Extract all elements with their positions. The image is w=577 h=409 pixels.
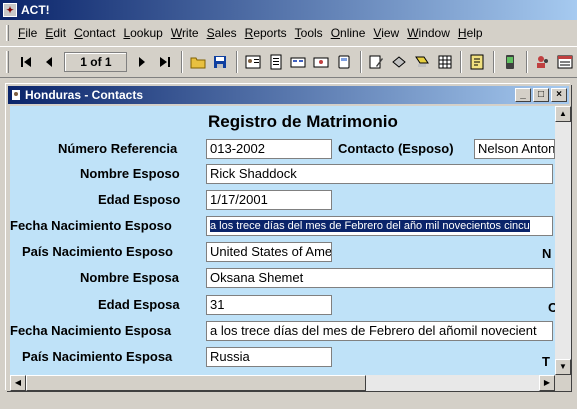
phone-icon[interactable] bbox=[333, 51, 355, 73]
maximize-button[interactable]: □ bbox=[533, 88, 549, 102]
vertical-scrollbar[interactable]: ▲ ▼ bbox=[555, 106, 571, 375]
next-record-icon[interactable] bbox=[131, 51, 153, 73]
menu-file[interactable]: File bbox=[14, 26, 41, 40]
schedule-icon[interactable] bbox=[388, 51, 410, 73]
toolbar-separator-4 bbox=[460, 51, 463, 73]
menu-bar: File Edit Contact Lookup Write Sales Rep… bbox=[0, 22, 577, 44]
edad-esposa-field[interactable]: 31 bbox=[206, 295, 332, 315]
users-icon[interactable] bbox=[532, 51, 554, 73]
toolbar: 1 of 1 bbox=[0, 46, 577, 78]
window-buttons: _ □ × bbox=[513, 88, 567, 102]
minimize-button[interactable]: _ bbox=[515, 88, 531, 102]
numero-referencia-field[interactable]: 013-2002 bbox=[206, 139, 332, 159]
layout-icon[interactable] bbox=[554, 51, 576, 73]
contacts-window-title: Honduras - Contacts bbox=[25, 88, 144, 102]
nombre-esposa-label: Nombre Esposa bbox=[80, 270, 179, 285]
window-doc-icon bbox=[12, 90, 20, 100]
scroll-left-arrow-icon[interactable]: ◀ bbox=[10, 375, 26, 391]
edad-esposa-label: Edad Esposa bbox=[98, 297, 180, 312]
app-title-bar: ✦ ACT! bbox=[0, 0, 577, 20]
menu-reports[interactable]: Reports bbox=[241, 26, 291, 40]
horizontal-scroll-thumb[interactable] bbox=[26, 375, 366, 391]
contacto-esposo-label: Contacto (Esposo) bbox=[338, 141, 454, 156]
clipped-label-c: C bbox=[548, 300, 555, 315]
write-letter-icon[interactable] bbox=[366, 51, 388, 73]
scroll-up-arrow-icon[interactable]: ▲ bbox=[555, 106, 571, 122]
first-record-icon[interactable] bbox=[15, 51, 37, 73]
menu-contact[interactable]: Contact bbox=[70, 26, 119, 40]
pais-nac-esposo-field[interactable]: United States of Ame bbox=[206, 242, 332, 262]
menu-view[interactable]: View bbox=[369, 26, 403, 40]
app-title: ACT! bbox=[21, 3, 50, 17]
pais-nac-esposo-label: País Nacimiento Esposo bbox=[22, 244, 173, 259]
fecha-nac-esposo-selected-text: a los trece días del mes de Febrero del … bbox=[210, 220, 530, 232]
contact-card-icon[interactable] bbox=[242, 51, 264, 73]
nombre-esposo-field[interactable]: Rick Shaddock bbox=[206, 164, 553, 184]
task-list-icon[interactable] bbox=[310, 51, 332, 73]
menu-window[interactable]: Window bbox=[403, 26, 454, 40]
menu-sales[interactable]: Sales bbox=[203, 26, 241, 40]
horizontal-scrollbar[interactable]: ◀ ▶ bbox=[10, 375, 555, 391]
contacto-esposo-field[interactable]: Nelson Anton bbox=[474, 139, 555, 159]
notes-icon[interactable] bbox=[466, 51, 488, 73]
toolbar-separator-2 bbox=[236, 51, 239, 73]
scroll-down-arrow-icon[interactable]: ▼ bbox=[555, 359, 571, 375]
scroll-right-arrow-icon[interactable]: ▶ bbox=[539, 375, 555, 391]
toolbar-grip[interactable] bbox=[6, 51, 9, 73]
menu-help[interactable]: Help bbox=[454, 26, 487, 40]
lookup-icon[interactable] bbox=[411, 51, 433, 73]
toolbar-separator-6 bbox=[525, 51, 528, 73]
menu-tools[interactable]: Tools bbox=[291, 26, 327, 40]
menu-edit[interactable]: Edit bbox=[41, 26, 70, 40]
fecha-nac-esposo-field[interactable]: a los trece días del mes de Febrero del … bbox=[206, 216, 553, 236]
groups-icon[interactable] bbox=[288, 51, 310, 73]
calendar-grid-icon[interactable] bbox=[434, 51, 456, 73]
last-record-icon[interactable] bbox=[154, 51, 176, 73]
fecha-nac-esposa-field[interactable]: a los trece días del mes de Febrero del … bbox=[206, 321, 553, 341]
contacts-window-title-bar[interactable]: Honduras - Contacts _ □ × bbox=[8, 86, 569, 104]
open-folder-icon[interactable] bbox=[187, 51, 209, 73]
numero-referencia-label: Número Referencia bbox=[58, 141, 178, 156]
menu-online[interactable]: Online bbox=[327, 26, 370, 40]
fecha-nac-esposa-label: Fecha Nacimiento Esposa bbox=[10, 323, 172, 338]
previous-record-icon[interactable] bbox=[38, 51, 60, 73]
clipped-label-t: T bbox=[542, 354, 550, 369]
palm-sync-icon[interactable] bbox=[499, 51, 521, 73]
menu-lookup[interactable]: Lookup bbox=[119, 26, 166, 40]
record-counter: 1 of 1 bbox=[64, 52, 128, 72]
edad-esposo-label: Edad Esposo bbox=[98, 192, 181, 207]
pais-nac-esposa-label: País Nacimiento Esposa bbox=[22, 349, 173, 364]
fecha-nac-esposo-label: Fecha Nacimiento Esposo bbox=[10, 218, 172, 233]
toolbar-separator-3 bbox=[359, 51, 362, 73]
nombre-esposo-label: Nombre Esposo bbox=[80, 166, 180, 181]
marriage-record-form: Registro de Matrimonio Número Referencia… bbox=[10, 106, 555, 375]
nombre-esposa-field[interactable]: Oksana Shemet bbox=[206, 268, 553, 288]
toolbar-separator bbox=[180, 51, 183, 73]
close-button[interactable]: × bbox=[551, 88, 567, 102]
clipped-label-n: N bbox=[542, 246, 552, 261]
pais-nac-esposa-field[interactable]: Russia bbox=[206, 347, 332, 367]
toolbar-separator-5 bbox=[493, 51, 496, 73]
contact-list-icon[interactable] bbox=[265, 51, 287, 73]
edad-esposo-field[interactable]: 1/17/2001 bbox=[206, 190, 332, 210]
save-icon[interactable] bbox=[210, 51, 232, 73]
act-app-icon[interactable]: ✦ bbox=[3, 3, 17, 17]
menu-grip[interactable] bbox=[6, 25, 9, 41]
menu-write[interactable]: Write bbox=[167, 26, 203, 40]
scrollbar-corner bbox=[555, 375, 571, 391]
form-title: Registro de Matrimonio bbox=[208, 112, 398, 131]
contacts-window: Honduras - Contacts _ □ × Registro de Ma… bbox=[6, 84, 571, 391]
